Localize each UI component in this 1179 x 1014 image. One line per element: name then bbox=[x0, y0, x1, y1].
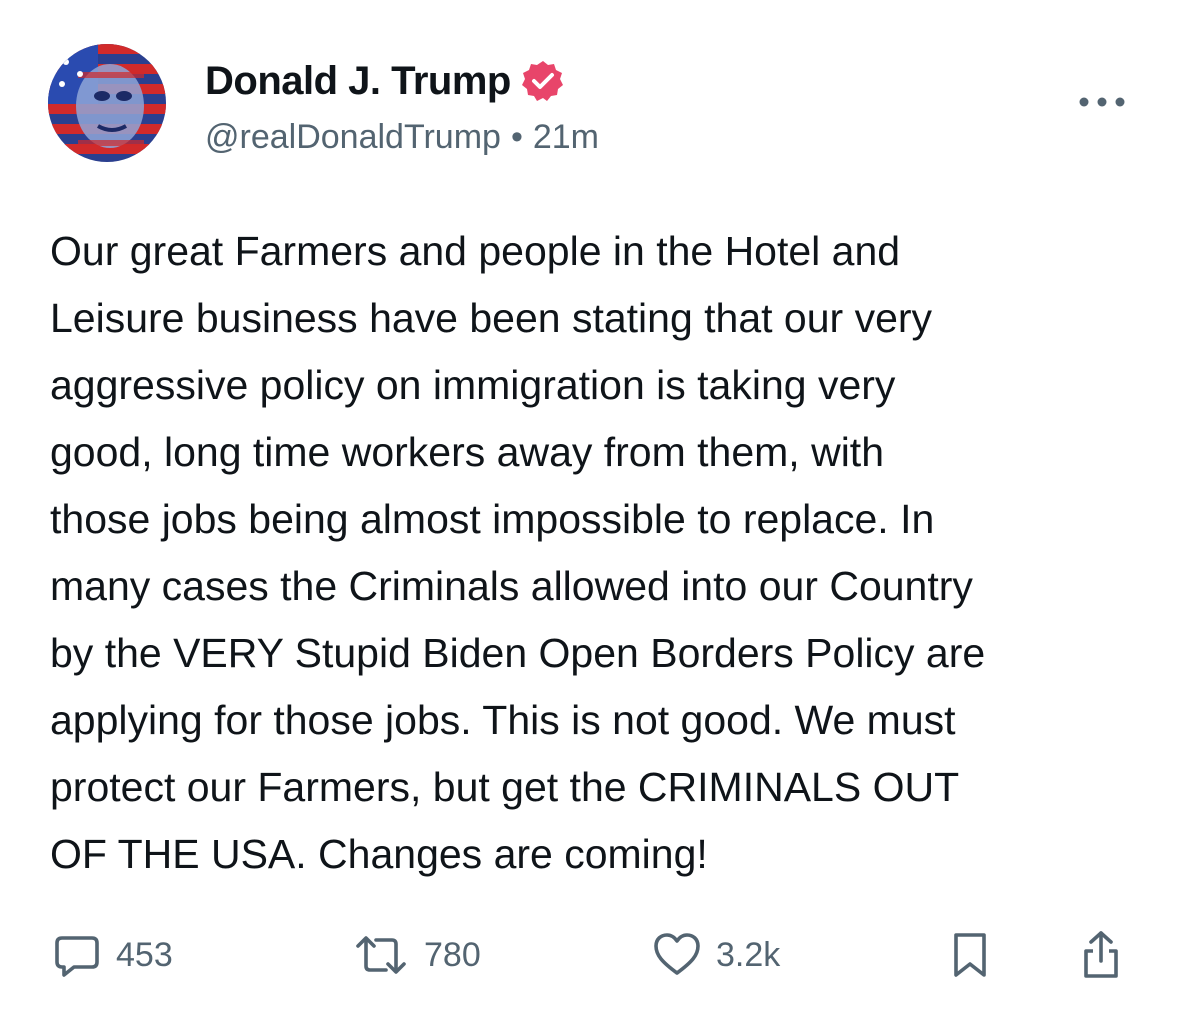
bookmark-button[interactable] bbox=[948, 920, 992, 990]
heart-icon bbox=[654, 933, 700, 975]
repost-icon bbox=[356, 936, 406, 974]
more-horizontal-icon bbox=[1079, 97, 1125, 107]
bookmark-icon bbox=[954, 933, 986, 977]
share-icon bbox=[1084, 931, 1118, 978]
author-handle[interactable]: @realDonaldTrump bbox=[205, 118, 501, 156]
like-button[interactable]: 3.2k bbox=[652, 920, 780, 990]
post-actions-bar: 453 780 3.2k bbox=[0, 920, 1179, 990]
avatar-image bbox=[48, 44, 166, 162]
post-card: Donald J. Trump @realDonaldTrump • 21m Our… bbox=[0, 0, 1179, 1014]
author-display-name[interactable]: Donald J. Trump bbox=[205, 59, 511, 104]
share-button[interactable] bbox=[1078, 920, 1124, 990]
repost-button[interactable]: 780 bbox=[352, 920, 481, 990]
like-count: 3.2k bbox=[716, 935, 781, 974]
post-body-text: Our great Farmers and people in the Hote… bbox=[50, 228, 986, 877]
author-meta: @realDonaldTrump • 21m bbox=[205, 118, 599, 157]
reply-count: 453 bbox=[116, 935, 173, 974]
author-name-row: Donald J. Trump bbox=[205, 56, 565, 106]
verified-badge-icon bbox=[521, 59, 565, 103]
reply-icon bbox=[55, 936, 99, 977]
meta-separator: • bbox=[510, 118, 523, 156]
profile-avatar[interactable] bbox=[48, 44, 166, 162]
more-options-button[interactable] bbox=[1070, 82, 1134, 122]
post-timestamp[interactable]: 21m bbox=[533, 118, 599, 156]
reply-button[interactable]: 453 bbox=[52, 920, 173, 990]
repost-count: 780 bbox=[424, 935, 481, 974]
